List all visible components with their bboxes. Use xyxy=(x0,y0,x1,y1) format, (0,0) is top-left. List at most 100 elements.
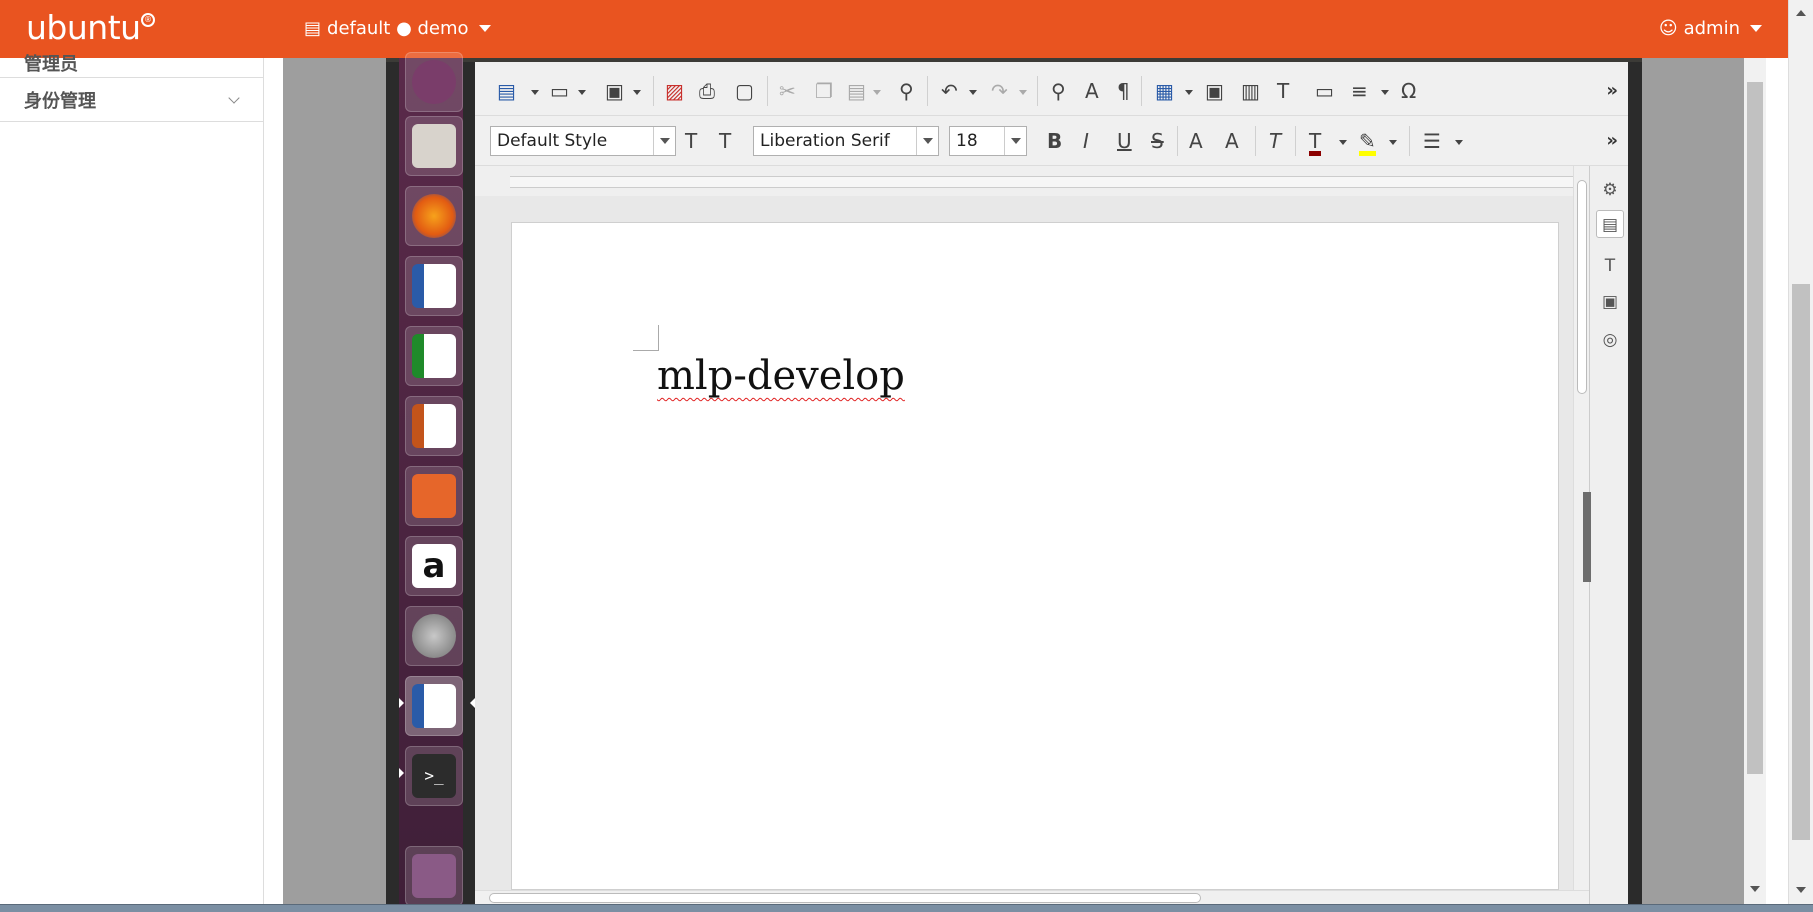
impress-icon[interactable] xyxy=(405,396,463,456)
new-style-icon[interactable]: T xyxy=(719,131,731,151)
italic-icon[interactable]: I xyxy=(1083,131,1089,151)
highlight-color-icon[interactable]: ✎ xyxy=(1359,131,1376,156)
more-options-icon[interactable]: » xyxy=(1606,131,1618,151)
scroll-down-arrow-icon[interactable] xyxy=(1750,886,1760,892)
page-icon[interactable]: ▤ xyxy=(1596,210,1624,238)
document-page[interactable]: mlp-develop xyxy=(511,222,1559,890)
formatting-marks-icon[interactable]: ¶ xyxy=(1117,81,1130,101)
document-text[interactable]: mlp-develop xyxy=(657,353,905,399)
chevron-down-icon[interactable] xyxy=(578,90,586,95)
chevron-down-icon[interactable] xyxy=(531,90,539,95)
superscript-icon[interactable]: A xyxy=(1189,131,1203,151)
properties-icon[interactable]: ⚙ xyxy=(1596,176,1624,204)
scroll-up-arrow-icon[interactable] xyxy=(1796,10,1806,16)
chevron-down-icon[interactable] xyxy=(1389,140,1397,145)
chevron-down-icon[interactable] xyxy=(916,127,938,155)
scrollbar-thumb[interactable] xyxy=(1792,284,1810,840)
scrollbar-thumb[interactable] xyxy=(489,893,1201,903)
find-replace-icon[interactable]: ⚲ xyxy=(1051,81,1066,101)
chevron-down-icon[interactable] xyxy=(1185,90,1193,95)
font-color-icon[interactable]: T xyxy=(1309,131,1322,156)
page-scrollbar[interactable] xyxy=(1788,0,1813,904)
sidebar-deck: ⚙ ▤ T ▣ ◎ xyxy=(1589,166,1628,904)
clear-formatting-icon[interactable]: T xyxy=(1269,131,1281,151)
undo-icon[interactable]: ↶ xyxy=(941,81,958,101)
insert-table-icon[interactable]: ▦ xyxy=(1155,81,1174,101)
horizontal-ruler[interactable] xyxy=(475,166,1573,196)
writer-open-icon[interactable] xyxy=(405,676,463,736)
files-icon[interactable] xyxy=(405,116,463,176)
document-canvas: mlp-develop xyxy=(475,196,1573,890)
bold-icon[interactable]: B xyxy=(1047,131,1062,151)
font-name-value: Liberation Serif xyxy=(760,131,890,151)
special-character-icon[interactable]: Ω xyxy=(1401,81,1416,101)
chevron-down-icon[interactable] xyxy=(873,90,881,95)
copy-icon[interactable]: ❐ xyxy=(815,81,833,101)
gallery-icon[interactable]: ▣ xyxy=(1596,288,1624,316)
sidebar-collapse-handle[interactable] xyxy=(1583,492,1591,582)
sidebar-item-identity-management[interactable]: 身份管理 xyxy=(0,78,264,122)
more-options-icon[interactable]: » xyxy=(1606,81,1618,101)
chevron-down-icon[interactable] xyxy=(653,127,675,155)
document-horizontal-scrollbar[interactable] xyxy=(475,890,1589,904)
print-preview-icon[interactable]: ▢ xyxy=(735,81,754,101)
brand-mark-icon: ® xyxy=(141,13,155,27)
writer-icon[interactable] xyxy=(405,256,463,316)
user-menu[interactable]: ☺ admin xyxy=(1659,18,1762,39)
remote-desktop-viewer[interactable]: a >_ ▤ ▭ ▣ ▨ ⎙ ▢ ✂ ❐ ▤ ⚲ ↶ ↷ ⚲ A ¶ ▦ ▣ ▥… xyxy=(386,52,1642,906)
font-name-select[interactable]: Liberation Serif xyxy=(753,126,939,156)
chevron-down-icon xyxy=(228,91,240,104)
brand-logo[interactable]: ubuntu xyxy=(26,8,141,47)
paste-icon[interactable]: ▤ xyxy=(847,81,866,101)
insert-field-icon[interactable]: ≡ xyxy=(1351,81,1368,101)
viewer-scrollbar[interactable] xyxy=(1744,58,1766,904)
update-style-icon[interactable]: T xyxy=(685,131,697,151)
insert-image-icon[interactable]: ▣ xyxy=(1205,81,1224,101)
chevron-down-icon[interactable] xyxy=(969,90,977,95)
chevron-down-icon[interactable] xyxy=(633,90,641,95)
save-icon[interactable]: ▣ xyxy=(605,81,624,101)
paragraph-style-value: Default Style xyxy=(497,131,608,151)
print-icon[interactable]: ⎙ xyxy=(699,81,715,101)
dash-icon[interactable] xyxy=(405,52,463,112)
underline-icon[interactable]: U xyxy=(1117,131,1132,151)
chevron-down-icon[interactable] xyxy=(1339,140,1347,145)
navigator-icon[interactable]: ◎ xyxy=(1596,326,1624,354)
page-break-icon[interactable]: ▭ xyxy=(1315,81,1334,101)
amazon-icon[interactable]: a xyxy=(405,536,463,596)
divider xyxy=(1295,126,1296,156)
firefox-icon[interactable] xyxy=(405,186,463,246)
chevron-down-icon[interactable] xyxy=(1381,90,1389,95)
subscript-icon[interactable]: A xyxy=(1225,131,1239,151)
clone-formatting-icon[interactable]: ⚲ xyxy=(899,81,914,101)
trash-icon[interactable] xyxy=(405,846,463,906)
divider xyxy=(1177,126,1178,156)
scrollbar-thumb[interactable] xyxy=(1577,180,1587,394)
spelling-icon[interactable]: A xyxy=(1085,81,1099,101)
list-bullets-icon[interactable]: ☰ xyxy=(1423,131,1441,151)
font-size-select[interactable]: 18 xyxy=(949,126,1027,156)
scrollbar-thumb[interactable] xyxy=(1747,82,1763,774)
terminal-icon[interactable]: >_ xyxy=(405,746,463,806)
export-pdf-icon[interactable]: ▨ xyxy=(665,81,684,101)
calc-icon[interactable] xyxy=(405,326,463,386)
sidebar-item-partial[interactable]: 管理员 xyxy=(24,50,78,76)
running-indicator-icon xyxy=(399,768,404,778)
scroll-down-arrow-icon[interactable] xyxy=(1796,887,1806,893)
strikethrough-icon[interactable]: S xyxy=(1151,131,1164,151)
session-dropdown[interactable]: ▤ default ● demo xyxy=(304,18,491,39)
paragraph-style-select[interactable]: Default Style xyxy=(490,126,676,156)
new-document-icon[interactable]: ▤ xyxy=(497,81,516,101)
open-folder-icon[interactable]: ▭ xyxy=(550,81,569,101)
insert-chart-icon[interactable]: ▥ xyxy=(1241,81,1260,101)
styles-icon[interactable]: T xyxy=(1596,252,1624,280)
chevron-down-icon[interactable] xyxy=(1019,90,1027,95)
chevron-down-icon[interactable] xyxy=(1455,140,1463,145)
insert-textbox-icon[interactable]: T xyxy=(1277,81,1289,101)
font-size-value: 18 xyxy=(956,131,978,151)
software-center-icon[interactable] xyxy=(405,466,463,526)
redo-icon[interactable]: ↷ xyxy=(991,81,1008,101)
system-settings-icon[interactable] xyxy=(405,606,463,666)
cut-icon[interactable]: ✂ xyxy=(779,81,796,101)
chevron-down-icon[interactable] xyxy=(1004,127,1026,155)
